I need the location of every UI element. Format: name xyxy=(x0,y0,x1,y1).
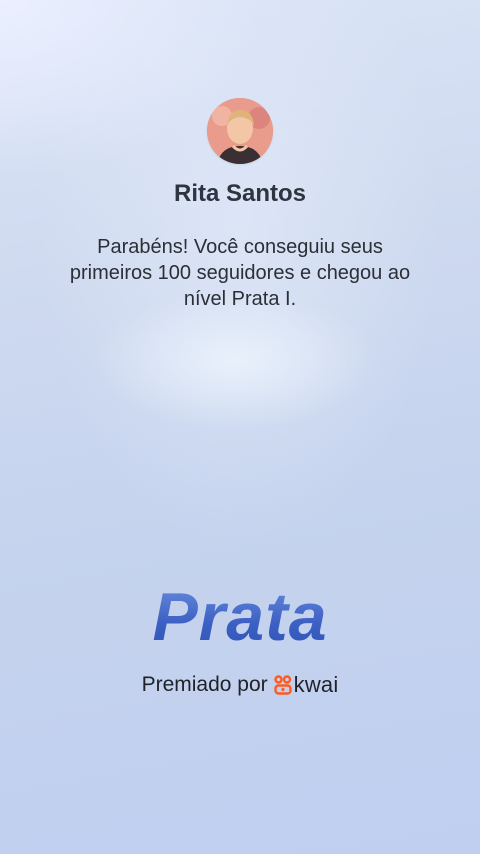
user-name: Rita Santos xyxy=(173,180,307,207)
kwai-brand: kwai xyxy=(273,672,339,698)
kwai-wordmark: kwai xyxy=(293,672,339,697)
avatar-photo xyxy=(207,98,273,164)
kwai-logo-icon xyxy=(273,675,292,695)
awarded-by-label: Premiado por xyxy=(141,673,268,696)
achievement-screen: Rita Santos Parabéns! Você conseguiu seu… xyxy=(0,0,480,854)
congratulation-message: Parabéns! Você conseguiu seus primeiros … xyxy=(69,236,411,310)
awarded-by: Premiado por kwai xyxy=(0,672,480,698)
level-title: Prata xyxy=(0,578,480,656)
avatar xyxy=(207,98,273,164)
